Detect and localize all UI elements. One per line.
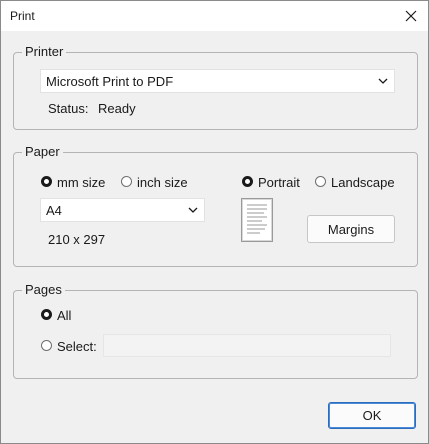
title-bar: Print [1,1,428,31]
ok-button-label: OK [362,408,382,423]
pages-all-label[interactable]: All [57,308,71,323]
window-title: Print [10,9,35,23]
pages-select-input[interactable] [103,334,391,357]
margins-button-label: Margins [327,221,375,237]
printer-select[interactable]: Microsoft Print to PDF [40,69,395,93]
close-button[interactable] [394,1,428,31]
mm-size-label[interactable]: mm size [57,175,105,190]
printer-selected-value: Microsoft Print to PDF [46,74,174,89]
page-preview [241,198,273,242]
landscape-radio[interactable] [315,176,326,187]
page-preview-icon [247,204,267,234]
pages-legend: Pages [22,282,65,297]
ok-button[interactable]: OK [328,402,416,429]
paper-size-value: A4 [46,203,62,218]
pages-select-label[interactable]: Select: [57,339,97,354]
paper-size-select[interactable]: A4 [40,198,205,222]
pages-all-radio[interactable] [41,309,52,320]
chevron-down-icon [188,207,198,213]
print-dialog: Print Printer Microsoft Print to PDF Sta… [0,0,429,444]
inch-size-label[interactable]: inch size [137,175,188,190]
pages-select-radio[interactable] [41,340,52,351]
close-icon [405,10,417,22]
mm-size-radio[interactable] [41,176,52,187]
paper-dimensions: 210 x 297 [48,232,106,247]
status-label: Status: [48,101,89,116]
margins-button[interactable]: Margins [307,215,395,243]
inch-size-radio[interactable] [121,176,132,187]
printer-legend: Printer [22,44,67,59]
portrait-radio[interactable] [242,176,253,187]
chevron-down-icon [378,78,388,84]
landscape-label[interactable]: Landscape [331,175,395,190]
status-value: Ready [98,101,136,116]
portrait-label[interactable]: Portrait [258,175,300,190]
paper-legend: Paper [22,144,63,159]
